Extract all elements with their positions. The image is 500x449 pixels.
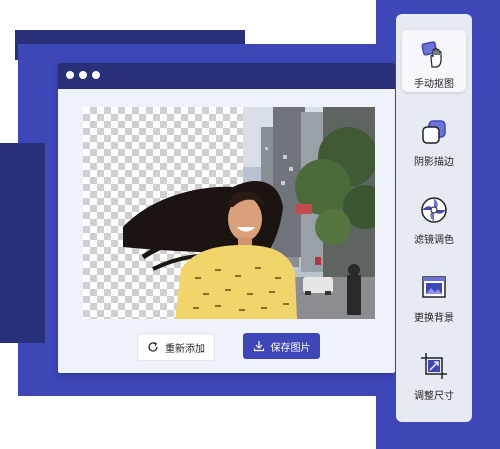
tool-label: 更换背景 xyxy=(414,313,454,324)
tool-change-background[interactable]: 更换背景 xyxy=(402,264,466,326)
window-dot-minimize[interactable] xyxy=(79,71,87,79)
image-canvas[interactable] xyxy=(83,107,375,319)
tool-resize[interactable]: 调整尺寸 xyxy=(402,342,466,404)
tool-label: 调整尺寸 xyxy=(414,391,454,402)
editor-window: 重新添加 保存图片 xyxy=(58,63,395,373)
download-icon xyxy=(253,341,264,352)
save-image-button[interactable]: 保存图片 xyxy=(243,333,320,359)
tool-label: 阴影描边 xyxy=(414,157,454,168)
resize-icon xyxy=(421,353,447,379)
tools-sidebar: 手动抠图 阴影描边 滤镜调色 更换背景 调整尺寸 xyxy=(396,14,472,422)
readd-label: 重新添加 xyxy=(165,343,205,355)
hand-cutout-icon xyxy=(421,41,442,68)
tool-label: 手动抠图 xyxy=(414,79,454,90)
window-titlebar xyxy=(58,63,395,89)
window-dot-maximize[interactable] xyxy=(92,71,100,79)
tool-manual-cutout[interactable]: 手动抠图 xyxy=(402,30,466,92)
save-label: 保存图片 xyxy=(270,342,311,354)
decor-navy-left xyxy=(0,143,45,343)
window-dot-close[interactable] xyxy=(66,71,74,79)
cutout-subject xyxy=(123,181,297,319)
refresh-icon xyxy=(148,341,158,352)
tool-shadow-outline[interactable]: 阴影描边 xyxy=(402,108,466,170)
filter-palette-icon xyxy=(421,197,447,223)
change-background-icon xyxy=(422,276,446,298)
readd-button[interactable]: 重新添加 xyxy=(137,333,215,361)
tool-label: 滤镜调色 xyxy=(414,235,454,246)
edited-photo xyxy=(123,107,375,319)
tool-filter-color[interactable]: 滤镜调色 xyxy=(402,186,466,248)
shadow-outline-icon xyxy=(422,120,446,144)
